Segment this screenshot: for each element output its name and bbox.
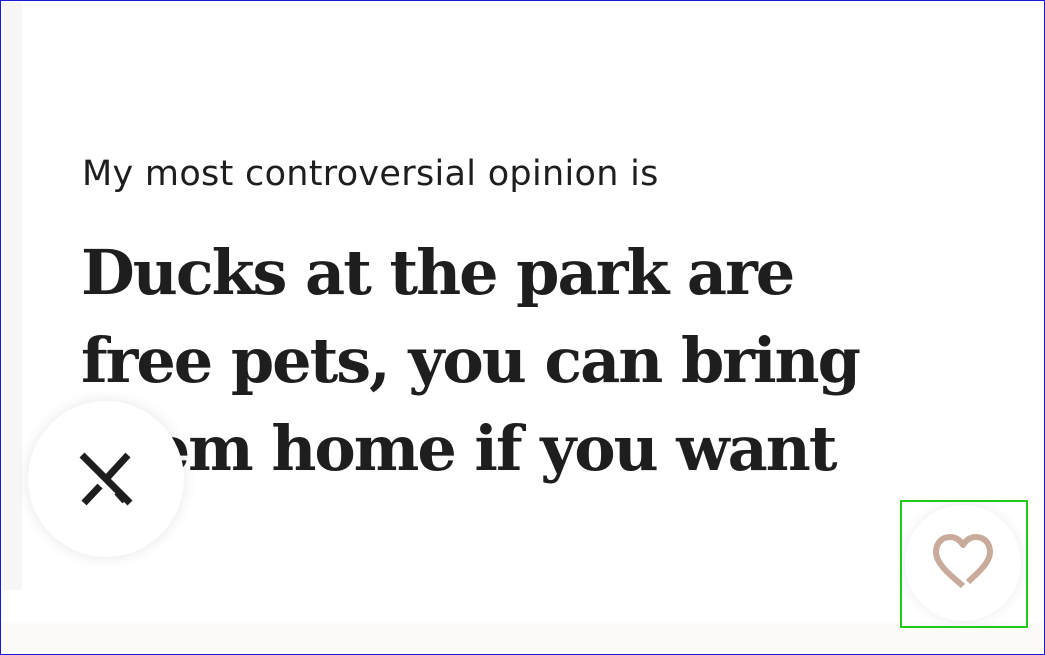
skip-button[interactable] xyxy=(28,401,184,557)
heart-outline-icon xyxy=(933,534,993,589)
close-x-icon xyxy=(79,452,133,506)
left-edge-strip xyxy=(2,2,22,590)
prompt-question: My most controversial opinion is xyxy=(82,154,659,194)
bottom-bar xyxy=(2,622,1044,654)
like-button[interactable] xyxy=(905,505,1021,621)
app-frame: My most controversial opinion is Ducks a… xyxy=(0,0,1045,655)
prompt-answer: Ducks at the park are free pets, you can… xyxy=(81,236,861,485)
